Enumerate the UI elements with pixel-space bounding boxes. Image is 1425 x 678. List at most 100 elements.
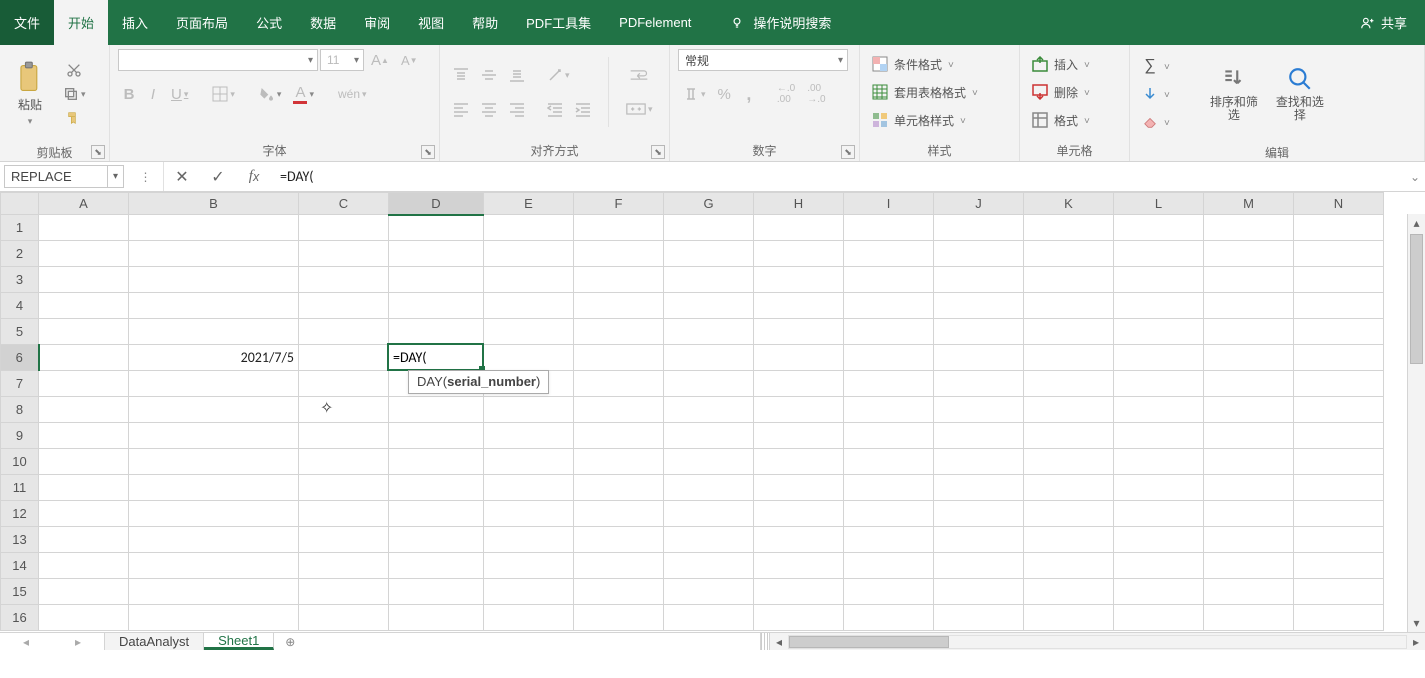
horizontal-scrollbar[interactable]: ◂ ▸	[770, 633, 1425, 650]
cell[interactable]	[754, 475, 844, 501]
cell[interactable]	[129, 475, 299, 501]
cell[interactable]	[574, 215, 664, 241]
row-header[interactable]: 16	[1, 605, 39, 631]
cell[interactable]	[574, 319, 664, 345]
cell[interactable]	[1294, 397, 1384, 423]
cell[interactable]	[754, 397, 844, 423]
cell[interactable]	[1024, 501, 1114, 527]
cell[interactable]	[1204, 475, 1294, 501]
row-header[interactable]: 2	[1, 241, 39, 267]
underline-button[interactable]: U▾	[166, 83, 193, 105]
cell[interactable]	[1204, 215, 1294, 241]
row-header[interactable]: 13	[1, 527, 39, 553]
cell[interactable]	[1024, 553, 1114, 579]
cell[interactable]	[1024, 605, 1114, 631]
number-format-combo[interactable]: 常规	[678, 49, 848, 71]
tell-me-search[interactable]: 操作说明搜索	[729, 0, 831, 45]
row-header[interactable]: 12	[1, 501, 39, 527]
cell[interactable]	[574, 605, 664, 631]
font-color-button[interactable]: A▾	[288, 83, 319, 105]
cell[interactable]	[299, 319, 389, 345]
comma-button[interactable]: ,	[738, 83, 760, 105]
cell[interactable]	[389, 397, 484, 423]
cell[interactable]	[754, 241, 844, 267]
cell[interactable]	[484, 475, 574, 501]
cell[interactable]	[1294, 319, 1384, 345]
cell[interactable]	[484, 553, 574, 579]
increase-font-button[interactable]: A▲	[366, 49, 394, 71]
column-header[interactable]: H	[754, 193, 844, 215]
cut-button[interactable]	[58, 59, 91, 81]
cell[interactable]	[39, 319, 129, 345]
tab-home[interactable]: 开始	[54, 0, 108, 45]
cell[interactable]	[1024, 579, 1114, 605]
cell[interactable]	[299, 527, 389, 553]
vertical-scroll-thumb[interactable]	[1410, 234, 1423, 364]
cell[interactable]	[754, 423, 844, 449]
cell[interactable]	[484, 449, 574, 475]
cell[interactable]	[754, 319, 844, 345]
cell[interactable]	[484, 345, 574, 371]
scroll-up-button[interactable]: ▴	[1408, 214, 1425, 232]
font-family-combo[interactable]	[118, 49, 318, 71]
column-header[interactable]: G	[664, 193, 754, 215]
tab-view[interactable]: 视图	[404, 0, 458, 45]
cell[interactable]	[1294, 527, 1384, 553]
cell[interactable]	[934, 267, 1024, 293]
cell[interactable]	[1294, 449, 1384, 475]
cell[interactable]	[664, 371, 754, 397]
row-header[interactable]: 7	[1, 371, 39, 397]
cell[interactable]	[574, 397, 664, 423]
cell[interactable]	[1114, 423, 1204, 449]
cell[interactable]	[1294, 241, 1384, 267]
cell[interactable]	[484, 319, 574, 345]
cell[interactable]	[1114, 527, 1204, 553]
cell[interactable]	[1024, 475, 1114, 501]
cell[interactable]	[389, 241, 484, 267]
name-box-dropdown[interactable]: ▾	[107, 166, 123, 187]
column-header[interactable]: B	[129, 193, 299, 215]
cell[interactable]	[664, 293, 754, 319]
cell[interactable]	[1024, 267, 1114, 293]
cell[interactable]	[934, 475, 1024, 501]
tab-scroll-split[interactable]	[760, 633, 770, 650]
cell[interactable]	[1294, 423, 1384, 449]
font-size-combo[interactable]: 11	[320, 49, 364, 71]
cell[interactable]	[1024, 241, 1114, 267]
decrease-font-button[interactable]: A▼	[396, 49, 423, 71]
cell[interactable]	[484, 397, 574, 423]
cell[interactable]	[754, 449, 844, 475]
cell[interactable]	[844, 241, 934, 267]
tab-insert[interactable]: 插入	[108, 0, 162, 45]
cell[interactable]	[1024, 449, 1114, 475]
cell[interactable]	[574, 293, 664, 319]
scroll-down-button[interactable]: ▾	[1408, 614, 1425, 632]
decrease-decimal-button[interactable]: .00→.0	[802, 83, 830, 105]
cell[interactable]	[1204, 397, 1294, 423]
column-header[interactable]: I	[844, 193, 934, 215]
cell[interactable]	[844, 371, 934, 397]
cell[interactable]	[299, 579, 389, 605]
align-top-button[interactable]	[448, 64, 474, 86]
cell[interactable]	[844, 423, 934, 449]
cell[interactable]	[39, 423, 129, 449]
row-header[interactable]: 3	[1, 267, 39, 293]
cell[interactable]	[934, 319, 1024, 345]
cell[interactable]	[484, 241, 574, 267]
italic-button[interactable]: I	[142, 83, 164, 105]
name-box[interactable]: REPLACE ▾	[4, 165, 124, 188]
cells-delete-button[interactable]: 删除	[1028, 81, 1094, 103]
cell[interactable]	[484, 215, 574, 241]
cell[interactable]	[844, 605, 934, 631]
cell[interactable]	[129, 267, 299, 293]
cancel-formula-button[interactable]: ✕	[164, 162, 200, 191]
cell[interactable]	[1114, 449, 1204, 475]
cell[interactable]	[934, 371, 1024, 397]
cell[interactable]	[934, 397, 1024, 423]
cell[interactable]	[664, 397, 754, 423]
cell[interactable]	[574, 371, 664, 397]
cell[interactable]	[754, 527, 844, 553]
cell[interactable]	[484, 527, 574, 553]
align-center-button[interactable]	[476, 98, 502, 120]
cell[interactable]	[484, 293, 574, 319]
